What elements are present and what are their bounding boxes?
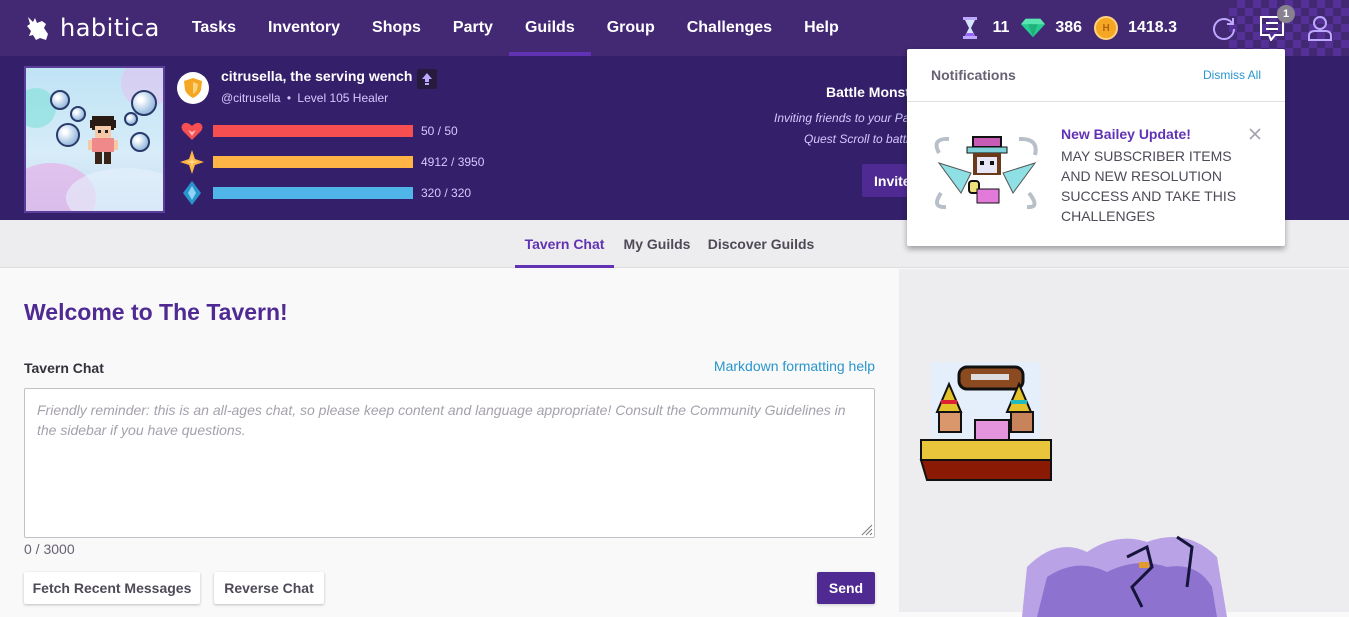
gold-coin-icon: H	[1094, 16, 1119, 40]
member-username: @citrusella	[221, 91, 281, 105]
star-icon	[180, 150, 204, 174]
healer-class-icon	[177, 72, 209, 104]
health-bar	[213, 125, 413, 137]
notification-title: New Bailey Update!	[1061, 126, 1191, 142]
hourglass-counter: 11	[958, 16, 1021, 40]
gem-counter: 386	[1021, 16, 1094, 40]
notification-count-badge: 1	[1277, 5, 1295, 23]
chat-label: Tavern Chat	[24, 360, 104, 376]
nav-guilds[interactable]: Guilds	[508, 0, 591, 56]
logo-wordmark: habitica	[60, 14, 160, 42]
experience-bar	[213, 156, 413, 168]
notifications-divider	[907, 101, 1285, 102]
health-value: 50 / 50	[421, 124, 458, 138]
heart-icon	[181, 122, 203, 140]
nav-help[interactable]: Help	[788, 0, 855, 56]
avatar-bubble	[131, 90, 157, 116]
avatar-bubble	[124, 112, 138, 126]
tab-discover-guilds[interactable]: Discover Guilds	[704, 220, 818, 268]
nav-tasks[interactable]: Tasks	[176, 0, 252, 56]
party-promo-line-2: Quest Scroll to battl	[804, 132, 909, 146]
health-bar-row: 50 / 50	[180, 119, 458, 143]
mana-bar-fill	[213, 187, 413, 199]
quest-boss-image	[1022, 535, 1227, 617]
party-promo-title: Battle Monst	[826, 84, 910, 100]
experience-bar-row: 4912 / 3950	[180, 150, 484, 174]
notifications-dropdown: Notifications Dismiss All New Bailey Upd…	[907, 49, 1285, 246]
close-icon[interactable]	[1248, 127, 1262, 141]
notifications-title: Notifications	[931, 67, 1016, 83]
nav-shops[interactable]: Shops	[356, 0, 437, 56]
chat-input[interactable]	[24, 388, 875, 538]
main-menu: Tasks Inventory Shops Party Guilds Group…	[176, 0, 855, 56]
top-navigation: habitica Tasks Inventory Shops Party Gui…	[0, 0, 1349, 56]
tavern-main: Welcome to The Tavern! Tavern Chat Markd…	[0, 269, 899, 612]
mana-crystal-icon	[183, 181, 201, 205]
gold-counter: H 1418.3	[1094, 16, 1189, 40]
reverse-chat-button[interactable]: Reverse Chat	[214, 572, 324, 604]
tab-tavern-chat[interactable]: Tavern Chat	[515, 220, 614, 268]
hourglass-count: 11	[992, 19, 1010, 36]
avatar-bubble	[130, 132, 150, 152]
avatar-character	[88, 116, 118, 164]
nav-group[interactable]: Group	[591, 0, 671, 56]
gold-count: 1418.3	[1128, 19, 1177, 36]
gem-icon	[1021, 16, 1046, 40]
member-level-class: Level 105 Healer	[297, 91, 389, 105]
member-subtitle: @citrusella • Level 105 Healer	[221, 91, 388, 105]
mana-bar-row: 320 / 320	[180, 181, 471, 205]
nav-inventory[interactable]: Inventory	[252, 0, 356, 56]
gem-count: 386	[1055, 19, 1083, 36]
notification-body: MAY SUBSCRIBER ITEMS AND NEW RESOLUTION …	[1061, 148, 1237, 224]
avatar[interactable]	[24, 66, 165, 213]
mana-value: 320 / 320	[421, 186, 472, 200]
level-up-button[interactable]	[417, 69, 437, 89]
hourglass-icon	[958, 16, 982, 40]
arrow-up-icon	[422, 73, 432, 85]
experience-value: 4912 / 3950	[421, 155, 485, 169]
notifications-button[interactable]: 1	[1259, 5, 1295, 42]
nav-challenges[interactable]: Challenges	[671, 0, 788, 56]
header-right: 11 386 H 1418.3 1	[958, 0, 1349, 56]
character-counter: 0 / 3000	[24, 541, 75, 557]
separator-dot: •	[286, 91, 292, 105]
resize-grip-icon[interactable]	[859, 522, 873, 536]
bailey-npc-image	[934, 136, 1038, 210]
dismiss-all-button[interactable]: Dismiss All	[1203, 68, 1261, 82]
party-promo-line-1: Inviting friends to your Pa	[774, 111, 910, 125]
tab-my-guilds[interactable]: My Guilds	[620, 220, 694, 268]
fetch-recent-messages-button[interactable]: Fetch Recent Messages	[24, 572, 200, 604]
habitica-logo[interactable]: habitica	[24, 14, 160, 42]
send-button[interactable]: Send	[817, 572, 875, 604]
tavern-npc-image	[919, 362, 1052, 481]
nav-party[interactable]: Party	[437, 0, 509, 56]
experience-bar-fill	[213, 156, 413, 168]
user-menu-icon[interactable]	[1307, 15, 1333, 41]
markdown-help-link[interactable]: Markdown formatting help	[714, 358, 875, 374]
health-bar-fill	[213, 125, 413, 137]
member-display-name: citrusella, the serving wench	[221, 68, 413, 84]
sync-icon[interactable]	[1211, 15, 1237, 41]
avatar-bubble	[50, 90, 70, 110]
avatar-bubble	[70, 106, 86, 122]
avatar-bubble	[56, 123, 80, 147]
gryphon-logo-icon	[27, 17, 48, 40]
tavern-sidebar	[899, 269, 1349, 617]
page-title: Welcome to The Tavern!	[24, 299, 288, 325]
mana-bar	[213, 187, 413, 199]
